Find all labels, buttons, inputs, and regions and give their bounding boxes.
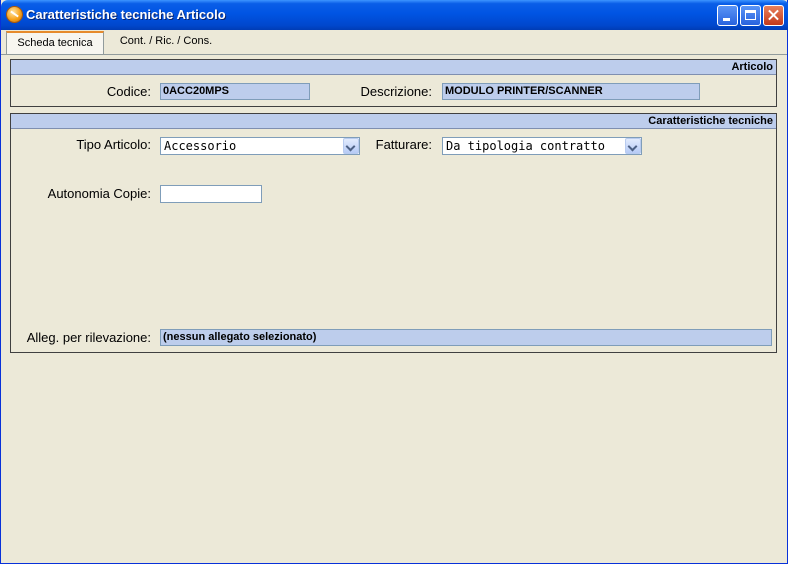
window-title: Caratteristiche tecniche Articolo <box>26 7 226 22</box>
caratteristiche-panel: Caratteristiche tecniche Tipo Articolo: … <box>10 113 777 353</box>
fatturare-select[interactable]: Da tipologia contratto <box>442 137 642 155</box>
fatturare-label: Fatturare: <box>375 137 432 152</box>
main-window: Caratteristiche tecniche Articolo Scheda… <box>0 0 788 564</box>
autonomia-copie-input[interactable] <box>160 185 262 203</box>
descrizione-label: Descrizione: <box>360 84 432 99</box>
app-icon <box>7 7 22 22</box>
title-bar[interactable]: Caratteristiche tecniche Articolo <box>1 0 788 30</box>
caratteristiche-header: Caratteristiche tecniche <box>11 114 776 129</box>
articolo-panel: Articolo Codice: 0ACC20MPS Descrizione: … <box>10 59 777 107</box>
tab-strip: Scheda tecnica Cont. / Ric. / Cons. <box>1 30 787 55</box>
tipo-articolo-label: Tipo Articolo: <box>76 137 151 152</box>
codice-label: Codice: <box>106 84 151 99</box>
chevron-down-icon[interactable] <box>625 138 641 154</box>
tab-cont-ric-cons[interactable]: Cont. / Ric. / Cons. <box>107 34 225 53</box>
autonomia-copie-label: Autonomia Copie: <box>47 186 151 201</box>
minimize-icon <box>723 18 730 21</box>
allegato-label: Alleg. per rilevazione: <box>26 330 151 345</box>
descrizione-field: MODULO PRINTER/SCANNER <box>442 83 700 100</box>
close-button[interactable] <box>763 5 784 26</box>
fatturare-value: Da tipologia contratto <box>446 139 605 153</box>
tipo-articolo-value: Accessorio <box>164 139 237 153</box>
tab-divider <box>1 54 787 55</box>
tab-scheda-tecnica[interactable]: Scheda tecnica <box>6 31 104 55</box>
allegato-field[interactable]: (nessun allegato selezionato) <box>160 329 772 346</box>
maximize-icon <box>745 10 756 20</box>
articolo-header: Articolo <box>11 60 776 75</box>
close-icon <box>764 6 783 25</box>
codice-field: 0ACC20MPS <box>160 83 310 100</box>
tipo-articolo-select[interactable]: Accessorio <box>160 137 360 155</box>
maximize-button[interactable] <box>740 5 761 26</box>
minimize-button[interactable] <box>717 5 738 26</box>
